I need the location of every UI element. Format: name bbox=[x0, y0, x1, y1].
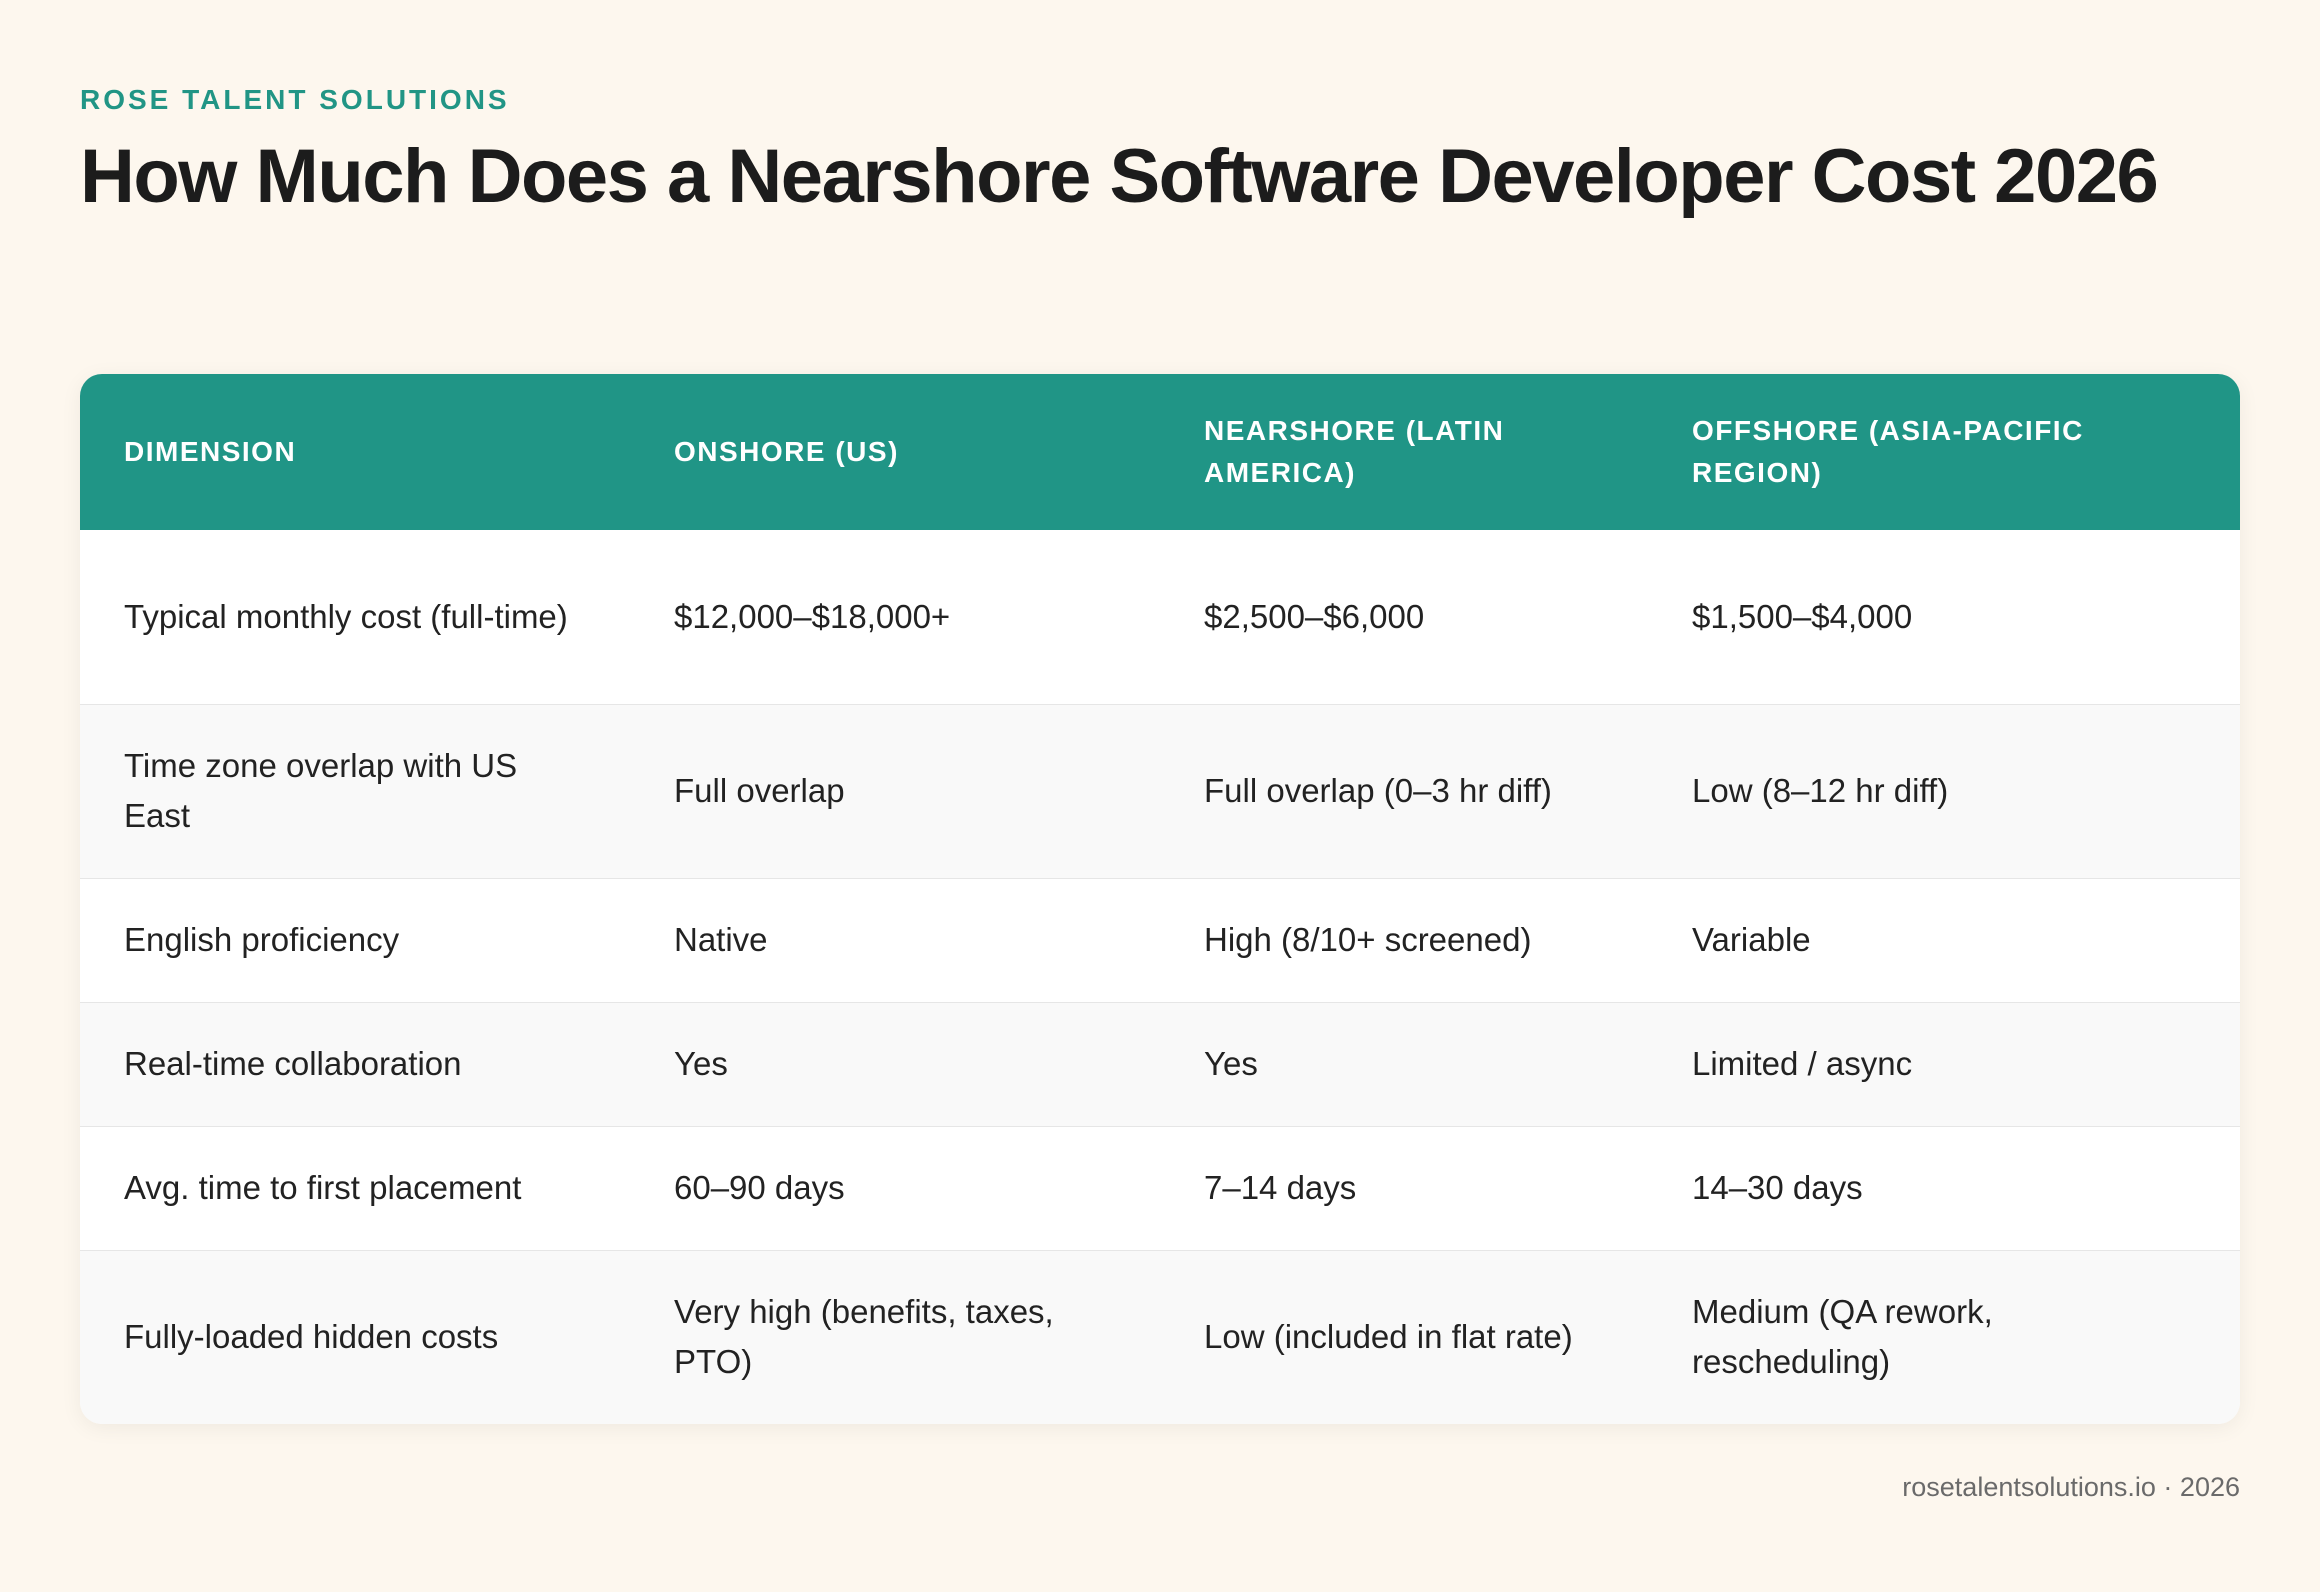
header-dimension: DIMENSION bbox=[124, 436, 297, 467]
cell-offshore: $1,500–$4,000 bbox=[1692, 597, 1913, 635]
cell-onshore: Yes bbox=[630, 1001, 1160, 1126]
table-row: Fully-loaded hidden costs Very high (ben… bbox=[80, 1249, 2240, 1424]
cell-nearshore: Yes bbox=[1160, 1001, 1648, 1126]
comparison-table: DIMENSION ONSHORE (US) NEARSHORE (LATIN … bbox=[80, 374, 2240, 1424]
header-offshore: OFFSHORE (ASIA-PACIFIC REGION) bbox=[1692, 415, 2084, 488]
table-header-row: DIMENSION ONSHORE (US) NEARSHORE (LATIN … bbox=[80, 374, 2240, 530]
table-row: Real-time collaboration Yes Yes Limited … bbox=[80, 1001, 2240, 1126]
cell-dimension: English proficiency bbox=[80, 877, 630, 1002]
cell-offshore: Medium (QA rework, rescheduling) bbox=[1648, 1249, 2240, 1424]
table-row: Time zone overlap with US East Full over… bbox=[80, 703, 2240, 878]
cell-onshore: $12,000–$18,000+ bbox=[674, 597, 951, 635]
table-row: English proficiency Native High (8/10+ s… bbox=[80, 877, 2240, 1002]
cell-dimension: Typical monthly cost (full-time) bbox=[124, 597, 568, 635]
header-onshore: ONSHORE (US) bbox=[674, 436, 899, 467]
cell-onshore: Native bbox=[630, 877, 1160, 1002]
cell-onshore: Full overlap bbox=[630, 703, 1160, 878]
footer-credit: rosetalentsolutions.io · 2026 bbox=[1902, 1472, 2240, 1502]
table-row: Typical monthly cost (full-time) $12,000… bbox=[80, 530, 2240, 704]
cell-nearshore: $2,500–$6,000 bbox=[1204, 597, 1425, 635]
cell-offshore: 14–30 days bbox=[1648, 1125, 2240, 1250]
page-title: How Much Does a Nearshore Software Devel… bbox=[80, 134, 2159, 219]
cell-onshore: Very high (benefits, taxes, PTO) bbox=[630, 1249, 1160, 1424]
cell-nearshore: Low (included in flat rate) bbox=[1160, 1249, 1648, 1424]
cell-offshore: Variable bbox=[1648, 877, 2240, 1002]
cell-onshore: 60–90 days bbox=[630, 1125, 1160, 1250]
cell-dimension: Time zone overlap with US East bbox=[80, 703, 630, 878]
header-nearshore: NEARSHORE (LATIN AMERICA) bbox=[1204, 415, 1505, 488]
cell-dimension: Fully-loaded hidden costs bbox=[80, 1249, 630, 1424]
brand-label: ROSE TALENT SOLUTIONS bbox=[80, 84, 510, 115]
comparison-table-card: DIMENSION ONSHORE (US) NEARSHORE (LATIN … bbox=[80, 374, 2240, 1424]
cell-offshore: Low (8–12 hr diff) bbox=[1648, 703, 2240, 878]
cell-dimension: Avg. time to first placement bbox=[80, 1125, 630, 1250]
cell-nearshore: High (8/10+ screened) bbox=[1160, 877, 1648, 1002]
cell-dimension: Real-time collaboration bbox=[80, 1001, 630, 1126]
table-row: Avg. time to first placement 60–90 days … bbox=[80, 1125, 2240, 1250]
cell-offshore: Limited / async bbox=[1648, 1001, 2240, 1126]
cell-nearshore: Full overlap (0–3 hr diff) bbox=[1160, 703, 1648, 878]
cell-nearshore: 7–14 days bbox=[1160, 1125, 1648, 1250]
